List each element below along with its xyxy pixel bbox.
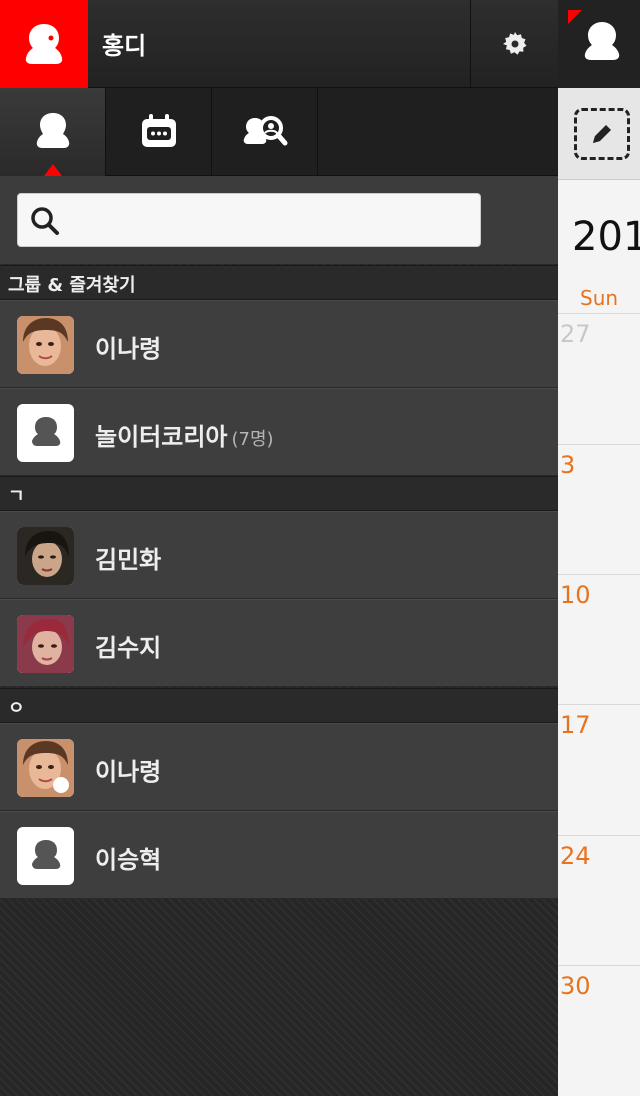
friend-name: 이나령 bbox=[95, 758, 162, 786]
search-people-icon bbox=[243, 116, 287, 146]
search-box[interactable] bbox=[17, 193, 481, 247]
my-name: 홍디 bbox=[102, 32, 147, 60]
person-silhouette-icon bbox=[25, 24, 63, 64]
friend-row[interactable]: 이나령 bbox=[0, 723, 558, 811]
calendar-profile-button[interactable] bbox=[558, 0, 640, 88]
calendar-panel: 201 Sun 27 3 10 17 24 30 bbox=[558, 0, 640, 1096]
tab-search-people[interactable] bbox=[212, 88, 318, 176]
category-label: ㄱ bbox=[8, 486, 25, 507]
person-icon bbox=[36, 113, 69, 148]
person-silhouette-icon bbox=[31, 840, 60, 869]
active-tab-marker bbox=[44, 164, 62, 176]
calendar-toolbar bbox=[558, 88, 640, 180]
pencil-icon bbox=[593, 125, 611, 143]
friend-row[interactable]: 김민화 bbox=[0, 511, 558, 599]
my-profile-header: 홍디 bbox=[0, 0, 558, 88]
my-avatar[interactable] bbox=[0, 0, 88, 88]
friend-photo bbox=[17, 739, 74, 797]
calendar-year: 201 bbox=[572, 214, 640, 260]
group-name: 놀이터코리아 (7명) bbox=[95, 417, 274, 452]
calendar-date[interactable]: 24 bbox=[558, 835, 640, 966]
date-number: 17 bbox=[560, 711, 591, 739]
category-header-ieung: ㅇ bbox=[0, 688, 558, 723]
group-name-text: 놀이터코리아 bbox=[95, 423, 228, 451]
friend-name: 김민화 bbox=[95, 546, 162, 574]
date-number: 10 bbox=[560, 581, 591, 609]
calendar-date[interactable]: 30 bbox=[558, 965, 640, 1096]
member-count: (7명) bbox=[231, 429, 274, 450]
chat-calendar-icon bbox=[141, 114, 176, 147]
category-label: 그룹 & 즐겨찾기 bbox=[8, 275, 136, 296]
tab-friends[interactable] bbox=[0, 88, 106, 176]
date-number: 3 bbox=[560, 451, 576, 479]
friend-name: 이나령 bbox=[95, 335, 162, 363]
friend-row[interactable]: 이승혁 bbox=[0, 811, 558, 899]
calendar-date[interactable]: 17 bbox=[558, 704, 640, 835]
calendar-date[interactable]: 3 bbox=[558, 444, 640, 575]
friend-photo bbox=[17, 316, 74, 374]
category-header-favorites: 그룹 & 즐겨찾기 bbox=[0, 265, 558, 300]
friend-row[interactable]: 김수지 bbox=[0, 599, 558, 687]
date-number: 24 bbox=[560, 842, 591, 870]
category-header-giyeok: ㄱ bbox=[0, 476, 558, 511]
friend-photo bbox=[17, 615, 74, 673]
default-avatar bbox=[17, 827, 74, 885]
friend-name: 김수지 bbox=[95, 634, 162, 662]
calendar-date[interactable]: 27 bbox=[558, 313, 640, 444]
gear-icon bbox=[502, 32, 526, 55]
friend-row[interactable]: 이나령 bbox=[0, 300, 558, 388]
default-avatar bbox=[17, 404, 74, 462]
category-label: ㅇ bbox=[8, 698, 25, 719]
date-number: 27 bbox=[560, 320, 591, 348]
friends-drawer: 홍디 그룹 & 즐겨찾기 이나령 놀이터코리아 (7명) ㄱ 김민화 김수지 ㅇ… bbox=[0, 0, 558, 1096]
friend-photo bbox=[17, 527, 74, 585]
compose-button[interactable] bbox=[574, 108, 630, 160]
search-input[interactable] bbox=[78, 204, 468, 238]
calendar-date[interactable]: 10 bbox=[558, 574, 640, 705]
search-section bbox=[0, 176, 558, 264]
day-of-week-sun: Sun bbox=[580, 286, 619, 310]
person-silhouette-icon bbox=[584, 22, 620, 60]
search-icon bbox=[31, 207, 59, 235]
main-tab-bar bbox=[0, 88, 558, 176]
friend-name: 이승혁 bbox=[95, 846, 162, 874]
group-row[interactable]: 놀이터코리아 (7명) bbox=[0, 388, 558, 476]
tab-chat-calendar[interactable] bbox=[106, 88, 212, 176]
edit-profile-button[interactable] bbox=[470, 0, 558, 88]
date-number: 30 bbox=[560, 972, 591, 1000]
person-silhouette-icon bbox=[31, 417, 60, 446]
